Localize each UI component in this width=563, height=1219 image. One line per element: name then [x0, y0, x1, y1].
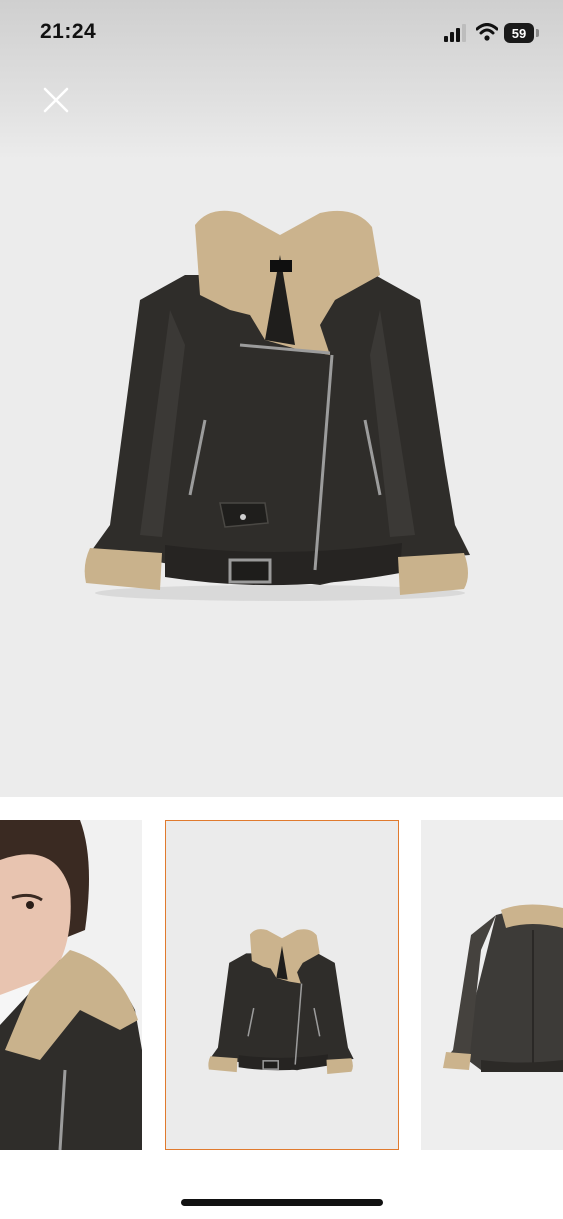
thumbnail-jacket-front[interactable]: [165, 820, 399, 1150]
product-jacket-front-image: [208, 929, 354, 1075]
thumbnail-strip[interactable]: [0, 820, 563, 1150]
thumbnail-jacket-back[interactable]: [421, 820, 563, 1150]
thumbnail-model-closeup[interactable]: [0, 820, 142, 1150]
home-indicator[interactable]: [181, 1199, 383, 1206]
status-bar: 21:24 59: [0, 0, 563, 64]
battery-icon: 59: [504, 23, 534, 43]
battery-level: 59: [511, 25, 527, 41]
battery-tip: [536, 29, 539, 37]
signal-icon: [444, 24, 466, 42]
status-time: 21:24: [40, 20, 97, 43]
model-wearing-jacket-closeup: [0, 820, 142, 1150]
product-jacket-front-image: [84, 210, 470, 601]
image-viewer[interactable]: 21:24 59: [0, 0, 563, 797]
wifi-icon: [476, 23, 498, 41]
close-icon[interactable]: [38, 82, 74, 118]
product-jacket-back-image: [443, 904, 563, 1072]
